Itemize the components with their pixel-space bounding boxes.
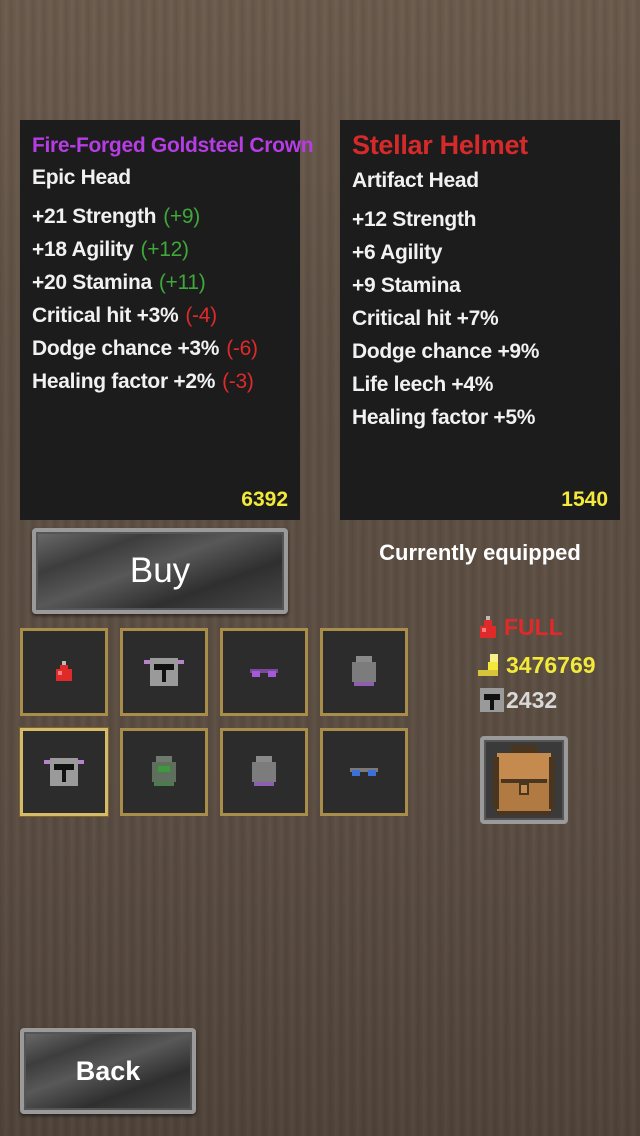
item-type: Epic Head	[32, 166, 131, 189]
helmet-value: 2432	[506, 686, 558, 713]
stat-line: Healing factor +2% (-3)	[32, 370, 254, 393]
purple-goggles-icon	[250, 669, 278, 677]
horned-helmet-icon	[144, 658, 184, 686]
stat-line: +21 Strength (+9)	[32, 205, 200, 228]
inventory-slot[interactable]	[120, 728, 208, 816]
stat-line: Critical hit +3% (-4)	[32, 304, 217, 327]
stat-line: Dodge chance +3% (-6)	[32, 337, 258, 360]
stat-line: Critical hit +7%	[352, 307, 499, 330]
item-price: 6392	[241, 488, 288, 511]
potion-status: FULL	[478, 614, 563, 641]
back-button[interactable]: Back	[20, 1028, 196, 1114]
red-potion-icon	[480, 615, 496, 638]
backpack-icon	[493, 745, 555, 815]
gold-value: 3476769	[506, 652, 596, 678]
stat-line: +9 Stamina	[352, 274, 461, 297]
stat-line: +12 Strength	[352, 208, 477, 231]
stat-diff: (-3)	[222, 370, 254, 393]
item-tooltip-equipped: Stellar Helmet Artifact Head +12 Strengt…	[340, 120, 620, 520]
helmet-icon	[480, 688, 504, 712]
inventory-slot[interactable]	[20, 628, 108, 716]
inventory-slot[interactable]	[320, 728, 408, 816]
stat-diff: (-4)	[185, 304, 217, 327]
stat-diff: (+12)	[140, 238, 189, 261]
stat-line: +20 Stamina (+11)	[32, 271, 206, 294]
helmet-count: 2432	[478, 686, 557, 714]
stat-diff: (+11)	[158, 271, 206, 294]
horned-helmet-icon	[44, 758, 84, 786]
buy-button[interactable]: Buy	[32, 528, 288, 614]
green-hood-icon	[152, 756, 176, 786]
gold-coins-icon	[478, 653, 498, 676]
stat-line: Life leech +4%	[352, 373, 494, 396]
currently-equipped-label: Currently equipped	[379, 540, 581, 565]
stat-diff: (-6)	[226, 337, 258, 360]
inventory-slot-selected[interactable]	[20, 728, 108, 816]
gold-amount: 3476769	[478, 652, 596, 679]
inventory-slot[interactable]	[220, 628, 308, 716]
blue-goggles-icon	[350, 768, 378, 776]
stat-line: Dodge chance +9%	[352, 340, 540, 363]
stat-line: +6 Agility	[352, 241, 443, 264]
item-name: Fire-Forged Goldsteel Crown	[32, 134, 314, 157]
red-potion-icon	[56, 661, 72, 681]
inventory-slot[interactable]	[120, 628, 208, 716]
item-name: Stellar Helmet	[352, 130, 528, 160]
inventory-slot[interactable]	[320, 628, 408, 716]
inventory-slot[interactable]	[220, 728, 308, 816]
backpack-button[interactable]	[480, 736, 568, 824]
gray-hood-icon	[352, 656, 376, 686]
gray-hood-icon	[252, 756, 276, 786]
item-tooltip-selected: Fire-Forged Goldsteel Crown Epic Head +2…	[20, 120, 314, 520]
item-price: 1540	[561, 488, 608, 511]
potion-value: FULL	[504, 614, 563, 640]
stat-line: +18 Agility (+12)	[32, 238, 189, 261]
stat-line: Healing factor +5%	[352, 406, 536, 429]
stat-diff: (+9)	[163, 205, 200, 228]
item-type: Artifact Head	[352, 169, 479, 192]
